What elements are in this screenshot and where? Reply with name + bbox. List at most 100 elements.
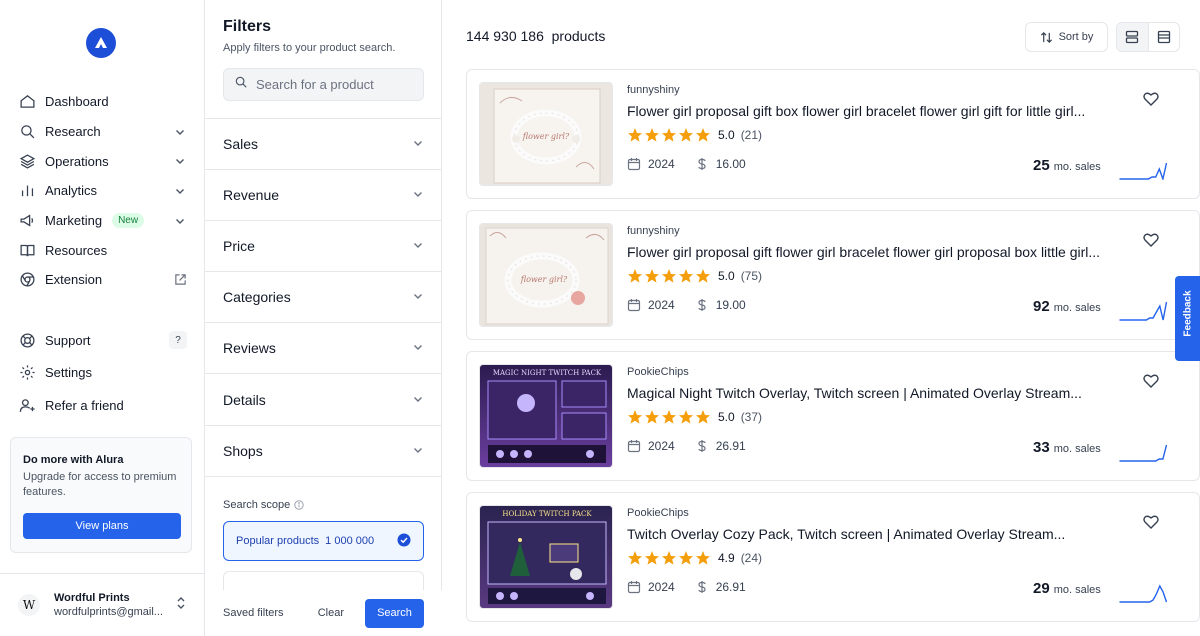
filter-section-details[interactable]: Details: [205, 374, 442, 426]
saved-filters-button[interactable]: Saved filters: [223, 607, 318, 619]
results-panel: 144 930 186 products Sort by flower girl…: [442, 0, 1200, 636]
filter-section-price[interactable]: Price: [205, 221, 442, 273]
heart-icon[interactable]: [1142, 231, 1160, 249]
product-title[interactable]: Twitch Overlay Cozy Pack, Twitch screen …: [627, 526, 1117, 542]
clear-button[interactable]: Clear: [318, 607, 344, 619]
price: 19.00: [715, 298, 746, 312]
chevron-down-icon: [412, 392, 424, 408]
results-count: 144 930 186 products: [466, 28, 605, 44]
heart-icon[interactable]: [1142, 90, 1160, 108]
nav-refer[interactable]: Refer a friend: [0, 389, 205, 422]
shop-name[interactable]: PookieChips: [627, 507, 689, 519]
filters-panel: Filters Apply filters to your product se…: [205, 0, 442, 636]
view-plans-button[interactable]: View plans: [23, 513, 181, 539]
nav-analytics[interactable]: Analytics: [0, 176, 205, 206]
chevron-down-icon: [173, 125, 187, 139]
shop-name[interactable]: funnyshiny: [627, 225, 680, 237]
product-image[interactable]: flower girl?: [479, 82, 613, 186]
chevron-down-icon: [412, 187, 424, 203]
star-icon: [662, 410, 676, 424]
product-card[interactable]: flower girl? funnyshiny Flower girl prop…: [466, 69, 1200, 199]
sort-by-button[interactable]: Sort by: [1025, 22, 1108, 52]
lifebuoy-icon: [18, 331, 36, 349]
filter-section-sales[interactable]: Sales: [205, 119, 442, 171]
list-view-button[interactable]: [1117, 23, 1149, 51]
nav-label: Research: [45, 124, 101, 140]
nav-resources[interactable]: Resources: [0, 235, 205, 265]
nav-marketing[interactable]: Marketing New: [0, 206, 205, 236]
nav-label: Marketing: [45, 213, 103, 229]
search-input[interactable]: [256, 77, 416, 92]
star-icon: [662, 269, 676, 283]
section-label: Details: [223, 391, 266, 408]
product-search: [223, 68, 424, 101]
search-button[interactable]: Search: [365, 598, 424, 628]
star-icon: [662, 551, 676, 565]
feedback-tab[interactable]: Feedback: [1175, 276, 1200, 361]
account-switcher[interactable]: W Wordful Prints wordfulprints@gmail...: [0, 573, 205, 636]
sales-suffix: mo. sales: [1053, 302, 1101, 314]
main-nav: Dashboard Research Operations Analytics …: [0, 87, 205, 295]
product-title[interactable]: Magical Night Twitch Overlay, Twitch scr…: [627, 385, 1117, 401]
star-icon: [679, 269, 693, 283]
product-card[interactable]: flower girl? funnyshiny Flower girl prop…: [466, 210, 1200, 340]
chrome-icon: [18, 271, 36, 289]
filter-section-shops[interactable]: Shops: [205, 426, 442, 477]
product-image[interactable]: MAGIC NIGHT TWITCH PACK: [479, 364, 613, 468]
nav-label: Operations: [45, 153, 109, 169]
product-card[interactable]: MAGIC NIGHT TWITCH PACK PookieChips Magi…: [466, 351, 1200, 481]
calendar-icon: [627, 157, 641, 171]
account-email: wordfulprints@gmail...: [54, 606, 163, 618]
nav-extension[interactable]: Extension: [0, 265, 205, 295]
filter-section-reviews[interactable]: Reviews: [205, 323, 442, 375]
product-meta: 2024 26.91: [627, 580, 746, 594]
price: 26.91: [715, 580, 746, 594]
alura-logo[interactable]: [86, 28, 116, 58]
shop-name[interactable]: funnyshiny: [627, 84, 680, 96]
product-title[interactable]: Flower girl proposal gift flower girl br…: [627, 244, 1117, 260]
nav-dashboard[interactable]: Dashboard: [0, 87, 205, 117]
review-count: (21): [740, 128, 763, 142]
chevron-down-icon: [173, 184, 187, 198]
filter-section-revenue[interactable]: Revenue: [205, 170, 442, 222]
rating-value: 5.0: [718, 128, 735, 142]
sort-by-label: Sort by: [1058, 31, 1094, 43]
product-card[interactable]: HOLIDAY TWITCH PACK PookieChips Twitch O…: [466, 492, 1200, 622]
nav-operations[interactable]: Operations: [0, 146, 205, 176]
scope-option-count: 1 000 000: [325, 535, 375, 547]
nav-support[interactable]: Support ?: [0, 324, 205, 357]
product-meta: 2024 16.00: [627, 157, 746, 171]
nav-label: Resources: [45, 242, 108, 258]
star-icon: [679, 128, 693, 142]
chevron-down-icon: [412, 289, 424, 305]
search-icon: [18, 123, 36, 141]
info-icon[interactable]: [294, 500, 304, 510]
scope-option-next[interactable]: [223, 571, 424, 591]
shop-name[interactable]: PookieChips: [627, 366, 689, 378]
listing-year: 2024: [648, 298, 675, 312]
table-view-button[interactable]: [1149, 23, 1180, 51]
monthly-sales: 29 mo. sales: [1033, 580, 1101, 597]
scope-option-popular[interactable]: Popular products 1 000 000: [223, 521, 424, 561]
secondary-nav: Support ? Settings Refer a friend: [0, 324, 205, 422]
nav-label: Settings: [45, 365, 92, 381]
rating-value: 4.9: [718, 551, 735, 565]
chevron-down-icon: [412, 238, 424, 254]
product-title[interactable]: Flower girl proposal gift box flower gir…: [627, 103, 1117, 119]
monthly-sales: 92 mo. sales: [1033, 298, 1101, 315]
sales-value: 92: [1033, 298, 1050, 315]
nav-settings[interactable]: Settings: [0, 357, 205, 390]
nav-research[interactable]: Research: [0, 117, 205, 147]
star-icon: [696, 128, 710, 142]
chevron-down-icon: [173, 154, 187, 168]
calendar-icon: [627, 580, 641, 594]
filter-section-categories[interactable]: Categories: [205, 272, 442, 324]
dollar-icon: [695, 439, 709, 453]
account-info: Wordful Prints wordfulprints@gmail...: [54, 592, 175, 618]
star-icon: [696, 269, 710, 283]
heart-icon[interactable]: [1142, 513, 1160, 531]
heart-icon[interactable]: [1142, 372, 1160, 390]
product-image[interactable]: HOLIDAY TWITCH PACK: [479, 505, 613, 609]
sales-value: 29: [1033, 580, 1050, 597]
product-image[interactable]: flower girl?: [479, 223, 613, 327]
